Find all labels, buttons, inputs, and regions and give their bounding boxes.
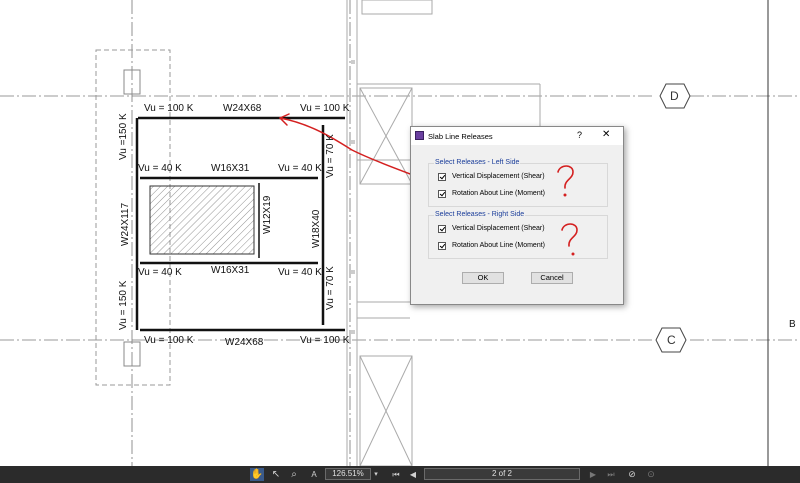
left-shear-label: Vertical Displacement (Shear) (452, 173, 545, 180)
viewer-toolbar: ✋ ↖ ⌕ A 126.51% ▾ ⏮ ◀ 2 of 2 ▶ ⏭ ⊘ ⊙ (0, 466, 800, 483)
load-label-left-upper: Vu =150 K (118, 113, 129, 160)
first-page-icon[interactable]: ⏮ (390, 468, 402, 481)
hand-tool-icon[interactable]: ✋ (250, 468, 264, 481)
text-select-icon[interactable]: A (308, 468, 320, 481)
zoom-dropdown-icon[interactable]: ▾ (372, 468, 380, 481)
app-icon (415, 131, 424, 140)
next-page-icon[interactable]: ▶ (588, 468, 598, 481)
back-view-icon[interactable]: ⊘ (626, 468, 638, 481)
dialog-titlebar[interactable]: Slab Line Releases ? ✕ (411, 127, 623, 145)
grid-label-b: B (789, 319, 796, 330)
load-label-bottom-right: Vu = 100 K (300, 335, 350, 346)
beam-label-right: W18X40 (311, 209, 322, 248)
drawing-canvas: Vu = 100 K W24X68 Vu = 100 K Vu = 40 K W… (0, 0, 800, 466)
ok-button[interactable]: OK (462, 272, 504, 284)
left-side-group: Select Releases - Left Side Vertical Dis… (428, 159, 608, 207)
load-label-bottom-left: Vu = 100 K (144, 335, 194, 346)
right-side-group-title: Select Releases - Right Side (434, 211, 526, 218)
load-label-upper-inner-left: Vu = 40 K (138, 163, 182, 174)
cancel-button[interactable]: Cancel (531, 272, 573, 284)
load-label-lower-inner-left: Vu = 40 K (138, 267, 182, 278)
last-page-icon[interactable]: ⏭ (605, 468, 617, 481)
load-label-top-left: Vu = 100 K (144, 103, 194, 114)
beam-label-bottom: W24X68 (225, 337, 264, 348)
select-arrow-icon[interactable]: ↖ (270, 468, 282, 481)
beam-label-opening: W12X19 (262, 195, 273, 234)
load-label-lower-inner-right: Vu = 40 K (278, 267, 322, 278)
dialog-title: Slab Line Releases (428, 132, 493, 141)
left-shear-checkbox[interactable] (438, 173, 446, 181)
right-moment-checkbox[interactable] (438, 242, 446, 250)
help-button[interactable]: ? (577, 130, 582, 140)
right-shear-label: Vertical Displacement (Shear) (452, 225, 545, 232)
grid-bubble-c: C (667, 333, 676, 347)
beam-label-upper-inner: W16X31 (211, 163, 250, 174)
zoom-icon[interactable]: ⌕ (288, 468, 300, 481)
previous-page-icon[interactable]: ◀ (408, 468, 418, 481)
right-shear-checkbox[interactable] (438, 225, 446, 233)
page-indicator[interactable]: 2 of 2 (424, 468, 580, 480)
left-side-group-title: Select Releases - Left Side (434, 159, 521, 166)
close-button[interactable]: ✕ (602, 129, 610, 140)
left-moment-label: Rotation About Line (Moment) (452, 190, 545, 197)
load-label-left-lower: Vu = 150 K (118, 280, 129, 330)
load-label-upper-inner-right: Vu = 40 K (278, 163, 322, 174)
left-moment-checkbox[interactable] (438, 190, 446, 198)
grid-bubble-d: D (670, 89, 679, 103)
beam-label-left: W24X117 (120, 202, 131, 246)
beam-label-top: W24X68 (223, 103, 262, 114)
slab-line-releases-dialog: Slab Line Releases ? ✕ Select Releases -… (410, 126, 624, 305)
forward-view-icon[interactable]: ⊙ (645, 468, 657, 481)
right-moment-label: Rotation About Line (Moment) (452, 242, 545, 249)
load-label-right-upper: Vu = 70 K (325, 134, 336, 178)
zoom-level-field[interactable]: 126.51% (325, 468, 371, 480)
beam-label-lower-inner: W16X31 (211, 265, 250, 276)
load-label-top-right: Vu = 100 K (300, 103, 350, 114)
load-label-right-lower: Vu = 70 K (325, 266, 336, 310)
right-side-group: Select Releases - Right Side Vertical Di… (428, 211, 608, 259)
